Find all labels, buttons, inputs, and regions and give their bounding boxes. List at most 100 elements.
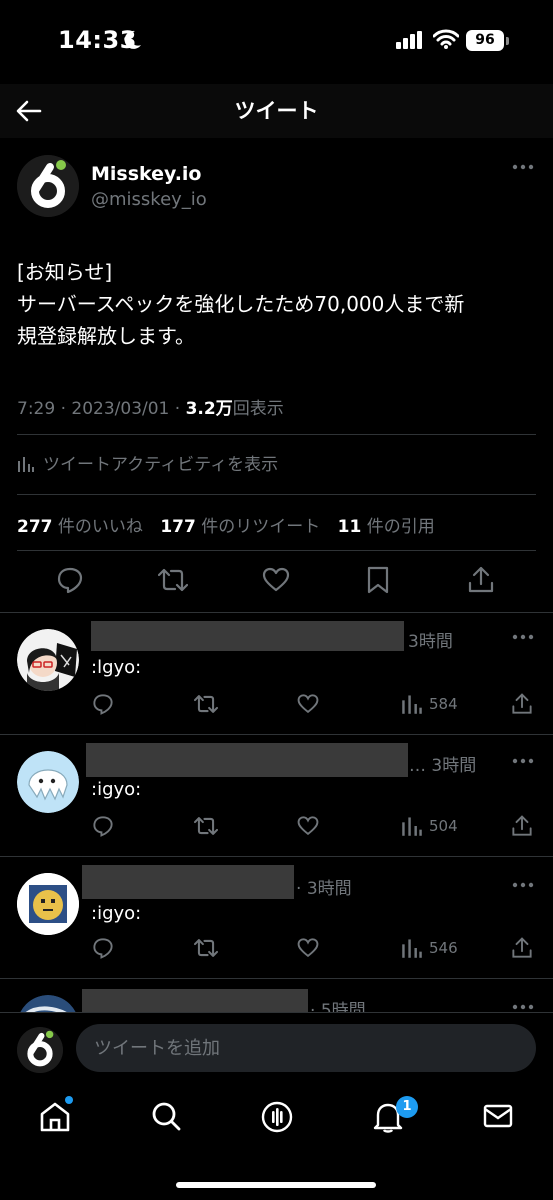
reply-text: :igyo:	[91, 903, 142, 924]
reply-time: · 5時間	[310, 996, 366, 1012]
spaces-icon[interactable]	[260, 1100, 294, 1134]
reply-icon[interactable]	[92, 693, 114, 715]
quotes-count: 11	[337, 517, 362, 537]
battery-indicator: 96	[466, 30, 504, 51]
more-icon[interactable]	[512, 881, 534, 889]
tweet-body-line: 規登録解放します。	[17, 324, 195, 348]
notifications-badge: 1	[396, 1096, 418, 1118]
tweet-body-line: [お知らせ]	[17, 260, 113, 284]
reply-views: 584	[429, 695, 458, 713]
tweet-meta: 7:29 · 2023/03/01 · 3.2万回表示	[17, 394, 284, 419]
quotes-stat[interactable]: 11 件の引用	[338, 517, 435, 537]
divider	[17, 494, 536, 495]
tweet-body-line: サーバースペックを強化したため70,000人まで新	[17, 292, 465, 316]
home-icon[interactable]	[38, 1100, 72, 1134]
avatar[interactable]	[17, 873, 79, 935]
signal-icon	[396, 31, 424, 49]
reply-views: 504	[429, 817, 458, 835]
page-title: ツイート	[234, 99, 319, 123]
retweet-icon[interactable]	[194, 937, 218, 959]
more-icon[interactable]	[512, 1003, 534, 1011]
tweet-body: [お知らせ] サーバースペックを強化したため70,000人まで新 規登録解放しま…	[17, 256, 537, 352]
analytics-icon[interactable]	[401, 815, 423, 837]
reply-time: … 3時間	[409, 751, 476, 776]
reply-text: :igyo:	[91, 779, 142, 800]
share-icon[interactable]	[468, 566, 494, 594]
activity-label: ツイートアクティビティを表示	[43, 455, 279, 475]
battery-tip	[506, 37, 509, 45]
reply-icon[interactable]	[92, 815, 114, 837]
header: ツイート	[0, 84, 553, 138]
reply-text: :lgyo:	[91, 657, 142, 678]
reply-actions: 546	[0, 937, 553, 961]
like-icon[interactable]	[262, 566, 290, 594]
views-count: 3.2万	[185, 399, 233, 419]
more-icon[interactable]	[512, 163, 534, 171]
avatar[interactable]	[17, 751, 79, 813]
retweets-count: 177	[160, 517, 196, 537]
share-icon[interactable]	[511, 937, 533, 959]
reply-icon[interactable]	[92, 937, 114, 959]
reply-time: · 3時間	[296, 879, 352, 899]
tweet-actions	[0, 566, 553, 602]
name-ellipsis: …	[409, 756, 426, 776]
redacted-name	[82, 989, 308, 1012]
messages-icon[interactable]	[482, 1100, 514, 1132]
moon-icon	[124, 30, 142, 50]
like-icon[interactable]	[297, 815, 319, 837]
like-icon[interactable]	[297, 937, 319, 959]
author-name[interactable]: Misskey.io	[91, 163, 201, 185]
reply-time-value: 3時間	[431, 756, 477, 776]
tab-bar: 1	[0, 1086, 553, 1200]
engagement-stats: 277 件のいいね 177 件のリツイート 11 件の引用	[17, 512, 447, 537]
avatar[interactable]	[17, 995, 79, 1012]
more-icon[interactable]	[512, 633, 534, 641]
divider	[17, 434, 536, 435]
bookmark-icon[interactable]	[366, 566, 390, 594]
redacted-name	[91, 621, 404, 651]
my-avatar[interactable]	[17, 1027, 63, 1073]
reply-time: 3時間	[408, 632, 453, 652]
reply-tweet[interactable]: … 3時間 :igyo: 504	[0, 734, 553, 856]
reply-composer	[0, 1012, 553, 1086]
redacted-name	[86, 743, 408, 777]
tweet-time: 7:29 · 2023/03/01 ·	[17, 399, 186, 419]
tweet-activity-link[interactable]: ツイートアクティビティを表示	[17, 450, 278, 475]
share-icon[interactable]	[511, 815, 533, 837]
reply-tweet[interactable]: · 5時間	[0, 978, 553, 1012]
more-icon[interactable]	[512, 757, 534, 765]
analytics-icon[interactable]	[401, 693, 423, 715]
reply-tweet[interactable]: 3時間 :lgyo: 584	[0, 612, 553, 734]
reply-time-value: 3時間	[306, 879, 352, 899]
redacted-name	[82, 865, 294, 899]
analytics-icon	[18, 457, 34, 472]
analytics-icon[interactable]	[401, 937, 423, 959]
retweet-icon[interactable]	[194, 815, 218, 837]
reply-actions: 584	[0, 693, 553, 717]
avatar[interactable]	[17, 629, 79, 691]
views-label: 回表示	[232, 399, 284, 419]
home-unread-dot	[65, 1096, 73, 1104]
retweet-icon[interactable]	[194, 693, 218, 715]
likes-stat[interactable]: 277 件のいいね	[17, 517, 143, 537]
retweets-stat[interactable]: 177 件のリツイート	[160, 517, 320, 537]
reply-tweet[interactable]: · 3時間 :igyo: 546	[0, 856, 553, 978]
author-avatar[interactable]	[17, 155, 79, 217]
author-handle[interactable]: @misskey_io	[91, 189, 207, 210]
reply-views: 546	[429, 939, 458, 957]
reply-time-value: 5時間	[320, 1001, 366, 1012]
likes-label: 件のいいね	[57, 517, 143, 537]
likes-count: 277	[17, 517, 53, 537]
reply-input[interactable]	[76, 1024, 536, 1072]
retweet-icon[interactable]	[158, 566, 188, 594]
share-icon[interactable]	[511, 693, 533, 715]
search-icon[interactable]	[150, 1100, 182, 1132]
retweets-label: 件のリツイート	[201, 517, 321, 537]
reply-icon[interactable]	[56, 566, 84, 594]
quotes-label: 件の引用	[366, 517, 435, 537]
status-bar: 14:33 96	[0, 0, 553, 84]
home-indicator[interactable]	[176, 1182, 376, 1188]
divider	[17, 550, 536, 551]
like-icon[interactable]	[297, 693, 319, 715]
reply-actions: 504	[0, 815, 553, 839]
